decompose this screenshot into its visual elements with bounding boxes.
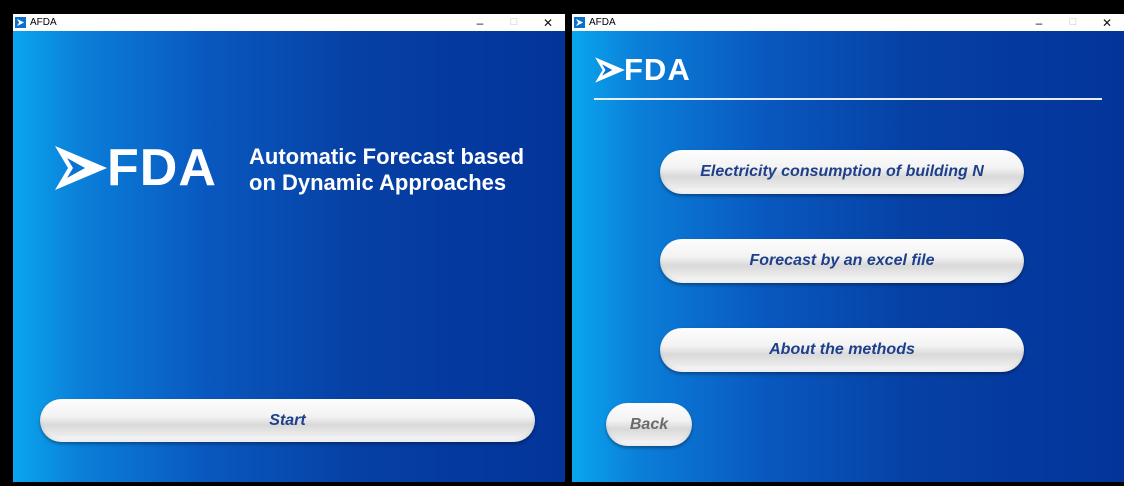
maximize-icon[interactable]: □ [497, 14, 531, 31]
back-button[interactable]: Back [606, 403, 692, 446]
header-divider [594, 98, 1102, 100]
menu-window: AFDA – □ ✕ FDA Electricity consumption o… [568, 14, 1124, 486]
logo-text: FDA [107, 139, 217, 197]
maximize-icon[interactable]: □ [1056, 14, 1090, 31]
close-icon[interactable]: ✕ [1090, 14, 1124, 31]
about-methods-button[interactable]: About the methods [660, 328, 1024, 372]
window-title: AFDA [30, 17, 57, 28]
logo-arrow-icon [55, 146, 107, 190]
logo-text: FDA [624, 52, 691, 87]
title-bar[interactable]: AFDA – □ ✕ [13, 14, 565, 31]
app-logo-icon [15, 17, 26, 28]
app-logo-icon [574, 17, 585, 28]
close-icon[interactable]: ✕ [531, 14, 565, 31]
window-title: AFDA [589, 17, 616, 28]
electricity-consumption-button[interactable]: Electricity consumption of building N [660, 150, 1024, 194]
start-button[interactable]: Start [40, 399, 535, 442]
forecast-excel-button[interactable]: Forecast by an excel file [660, 239, 1024, 283]
tagline-line-2: on Dynamic Approaches [249, 170, 507, 195]
afda-logo: FDA [53, 139, 216, 197]
start-window: AFDA – □ ✕ FDA Automatic Forecast based … [9, 14, 565, 486]
menu-screen: FDA Electricity consumption of building … [572, 31, 1124, 482]
app-tagline: Automatic Forecast based on Dynamic Appr… [249, 144, 524, 196]
start-screen: FDA Automatic Forecast based on Dynamic … [13, 31, 565, 482]
title-bar[interactable]: AFDA – □ ✕ [572, 14, 1124, 31]
logo-arrow-icon [595, 57, 625, 83]
minimize-icon[interactable]: – [1022, 14, 1056, 31]
minimize-icon[interactable]: – [463, 14, 497, 31]
tagline-line-1: Automatic Forecast based [249, 144, 525, 169]
afda-logo: FDA [594, 52, 690, 89]
